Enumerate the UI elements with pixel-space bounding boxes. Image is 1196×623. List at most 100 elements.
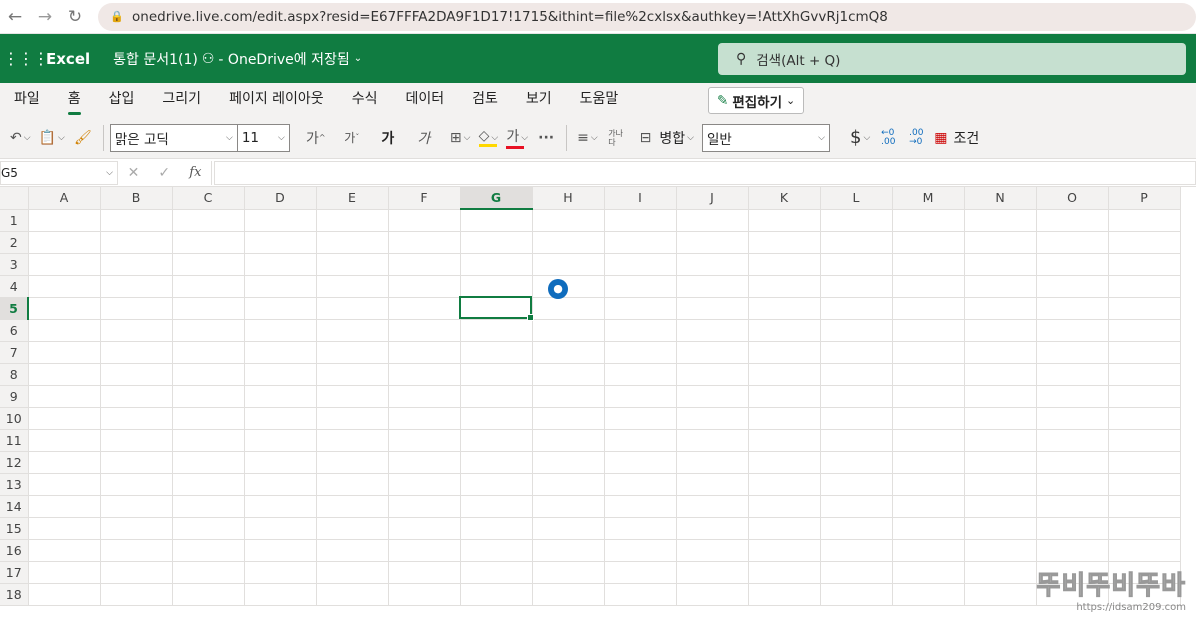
cell[interactable] xyxy=(676,539,749,562)
cell[interactable] xyxy=(172,319,245,342)
cell[interactable] xyxy=(1036,297,1109,320)
cell[interactable] xyxy=(100,495,173,518)
cell[interactable] xyxy=(964,451,1037,474)
cell[interactable] xyxy=(748,209,821,232)
cell[interactable] xyxy=(532,451,605,474)
italic-button[interactable]: 가 xyxy=(410,124,438,152)
forward-icon[interactable]: → xyxy=(30,7,60,27)
cell[interactable] xyxy=(100,385,173,408)
tab-insert[interactable]: 삽입 xyxy=(95,83,149,117)
cell[interactable] xyxy=(820,451,893,474)
cell[interactable] xyxy=(388,429,461,452)
cell[interactable] xyxy=(316,385,389,408)
cell[interactable] xyxy=(460,253,533,276)
row-header[interactable]: 14 xyxy=(0,495,29,518)
more-options-button[interactable]: ··· xyxy=(532,124,560,152)
cell[interactable] xyxy=(1108,407,1181,430)
tab-page-layout[interactable]: 페이지 레이아웃 xyxy=(215,83,338,117)
cell[interactable] xyxy=(604,341,677,364)
cell[interactable] xyxy=(1108,297,1181,320)
borders-button[interactable]: ⊞ ⌵ xyxy=(446,124,475,152)
cell[interactable] xyxy=(316,539,389,562)
cell[interactable] xyxy=(100,583,173,606)
cell[interactable] xyxy=(892,209,965,232)
cell[interactable] xyxy=(244,451,317,474)
cell[interactable] xyxy=(316,319,389,342)
cell[interactable] xyxy=(28,297,101,320)
cell[interactable] xyxy=(388,561,461,584)
row-header[interactable]: 17 xyxy=(0,561,29,584)
cell[interactable] xyxy=(100,561,173,584)
cell[interactable] xyxy=(892,561,965,584)
cell[interactable] xyxy=(100,297,173,320)
cell[interactable] xyxy=(28,385,101,408)
tab-view[interactable]: 보기 xyxy=(512,83,566,117)
cell[interactable] xyxy=(532,385,605,408)
cell[interactable] xyxy=(244,275,317,298)
cell[interactable] xyxy=(964,517,1037,540)
cell[interactable] xyxy=(1036,473,1109,496)
cell[interactable] xyxy=(388,275,461,298)
cell[interactable] xyxy=(388,363,461,386)
cell[interactable] xyxy=(1108,341,1181,364)
cell[interactable] xyxy=(460,495,533,518)
cell[interactable] xyxy=(532,495,605,518)
cell[interactable] xyxy=(244,583,317,606)
cell[interactable] xyxy=(532,429,605,452)
cell[interactable] xyxy=(28,363,101,386)
cell[interactable] xyxy=(172,473,245,496)
align-button[interactable]: ≡ ⌵ xyxy=(573,124,602,152)
cell[interactable] xyxy=(316,561,389,584)
cell[interactable] xyxy=(748,539,821,562)
cell[interactable] xyxy=(964,495,1037,518)
column-header[interactable]: M xyxy=(892,187,965,210)
cell[interactable] xyxy=(28,583,101,606)
cell[interactable] xyxy=(316,253,389,276)
cell[interactable] xyxy=(892,231,965,254)
cell[interactable] xyxy=(964,363,1037,386)
column-header[interactable]: L xyxy=(820,187,893,210)
cell[interactable] xyxy=(748,407,821,430)
cell[interactable] xyxy=(964,253,1037,276)
search-box[interactable]: ⚲ 검색(Alt + Q) xyxy=(718,43,1186,75)
fill-color-button[interactable]: ◇ ⌵ xyxy=(474,124,502,152)
cell[interactable] xyxy=(820,429,893,452)
cell[interactable] xyxy=(1036,341,1109,364)
cell[interactable] xyxy=(28,473,101,496)
cell[interactable] xyxy=(460,451,533,474)
cell[interactable] xyxy=(1036,231,1109,254)
cell[interactable] xyxy=(388,407,461,430)
cell[interactable] xyxy=(244,539,317,562)
cell[interactable] xyxy=(748,473,821,496)
column-header[interactable]: C xyxy=(172,187,245,210)
cell[interactable] xyxy=(892,253,965,276)
column-header[interactable]: E xyxy=(316,187,389,210)
cell[interactable] xyxy=(532,253,605,276)
cell[interactable] xyxy=(676,319,749,342)
row-header[interactable]: 7 xyxy=(0,341,29,364)
cell[interactable] xyxy=(892,429,965,452)
column-header[interactable]: I xyxy=(604,187,677,210)
cell[interactable] xyxy=(100,539,173,562)
cell[interactable] xyxy=(676,495,749,518)
cell[interactable] xyxy=(1108,363,1181,386)
tab-file[interactable]: 파일 xyxy=(0,83,54,117)
cell[interactable] xyxy=(244,341,317,364)
cell[interactable] xyxy=(532,209,605,232)
cell[interactable] xyxy=(604,583,677,606)
confirm-icon[interactable]: ✓ xyxy=(158,165,170,181)
cell[interactable] xyxy=(460,473,533,496)
cell[interactable] xyxy=(100,341,173,364)
cell[interactable] xyxy=(388,297,461,320)
app-launcher-icon[interactable]: ⋮⋮⋮ xyxy=(3,49,49,68)
cell[interactable] xyxy=(892,583,965,606)
cell[interactable] xyxy=(100,407,173,430)
column-header[interactable]: H xyxy=(532,187,605,210)
cell[interactable] xyxy=(604,451,677,474)
cell[interactable] xyxy=(100,209,173,232)
cell[interactable] xyxy=(100,517,173,540)
cell[interactable] xyxy=(820,583,893,606)
cell[interactable] xyxy=(1108,209,1181,232)
row-header[interactable]: 8 xyxy=(0,363,29,386)
cell[interactable] xyxy=(820,253,893,276)
